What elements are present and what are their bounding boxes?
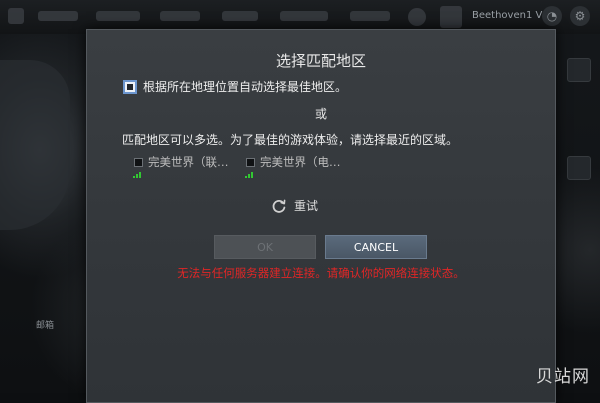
retry-label: 重试 — [294, 199, 319, 213]
top-nav-item[interactable] — [160, 11, 200, 21]
top-nav-item[interactable] — [38, 11, 78, 21]
top-nav-item[interactable] — [222, 11, 258, 21]
signal-strength-icon — [133, 172, 141, 178]
friends-icon[interactable] — [408, 8, 426, 26]
dialog-title: 选择匹配地区 — [275, 52, 366, 70]
region-checkbox[interactable] — [246, 157, 255, 167]
region-label: 完美世界（电… — [260, 155, 341, 169]
auto-select-label: 根据所在地理位置自动选择最佳地区。 — [143, 80, 348, 94]
region-label: 完美世界（联… — [148, 155, 229, 169]
connection-error-message: 无法与任何服务器建立连接。请确认你的网络连接状态。 — [177, 266, 465, 280]
bell-icon[interactable]: ◔ — [542, 6, 562, 26]
region-option[interactable]: 完美世界（电… — [246, 154, 341, 170]
side-label: 邮箱 — [36, 321, 55, 331]
cancel-button[interactable]: CANCEL — [325, 235, 427, 259]
region-checkbox[interactable] — [134, 157, 143, 167]
signal-strength-icon — [245, 172, 253, 178]
retry-button[interactable]: 重试 — [271, 197, 318, 214]
avatar[interactable] — [440, 6, 462, 28]
auto-select-checkbox[interactable] — [123, 79, 137, 94]
region-select-dialog: 选择匹配地区 根据所在地理位置自动选择最佳地区。 或 匹配地区可以多选。为了最佳… — [86, 29, 556, 403]
instruction-text: 匹配地区可以多选。为了最佳的游戏体验，请选择最近的区域。 — [122, 133, 459, 147]
username: Beethoven1 V♥ — [472, 10, 552, 21]
auto-select-option[interactable]: 根据所在地理位置自动选择最佳地区。 — [123, 78, 347, 95]
top-nav-item[interactable] — [96, 11, 140, 21]
watermark: 贝站网 — [536, 367, 590, 387]
region-option[interactable]: 完美世界（联… — [134, 154, 229, 170]
refresh-icon — [272, 199, 286, 213]
gear-icon[interactable]: ⚙ — [570, 6, 590, 26]
side-button[interactable] — [567, 58, 591, 82]
side-button[interactable] — [567, 156, 591, 180]
top-nav-item[interactable] — [350, 11, 390, 21]
menu-icon[interactable] — [8, 8, 24, 24]
or-separator: 或 — [314, 107, 327, 121]
ok-button[interactable]: OK — [214, 235, 316, 259]
top-nav-item[interactable] — [280, 11, 328, 21]
